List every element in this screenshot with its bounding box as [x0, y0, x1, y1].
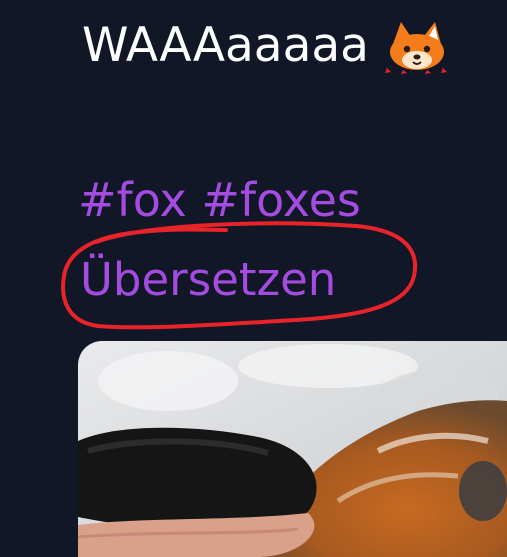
translate-link[interactable]: Übersetzen — [80, 252, 336, 308]
hashtag-list: #fox #foxes — [78, 172, 361, 228]
hashtag-link[interactable]: #fox — [78, 173, 187, 227]
post-body-text: WAAAaaaaa — [82, 18, 369, 73]
fox-emoji-icon — [383, 22, 451, 74]
hashtag-link[interactable]: #foxes — [201, 173, 361, 227]
post-text: WAAAaaaaa — [82, 18, 451, 74]
media-image[interactable] — [78, 341, 507, 557]
